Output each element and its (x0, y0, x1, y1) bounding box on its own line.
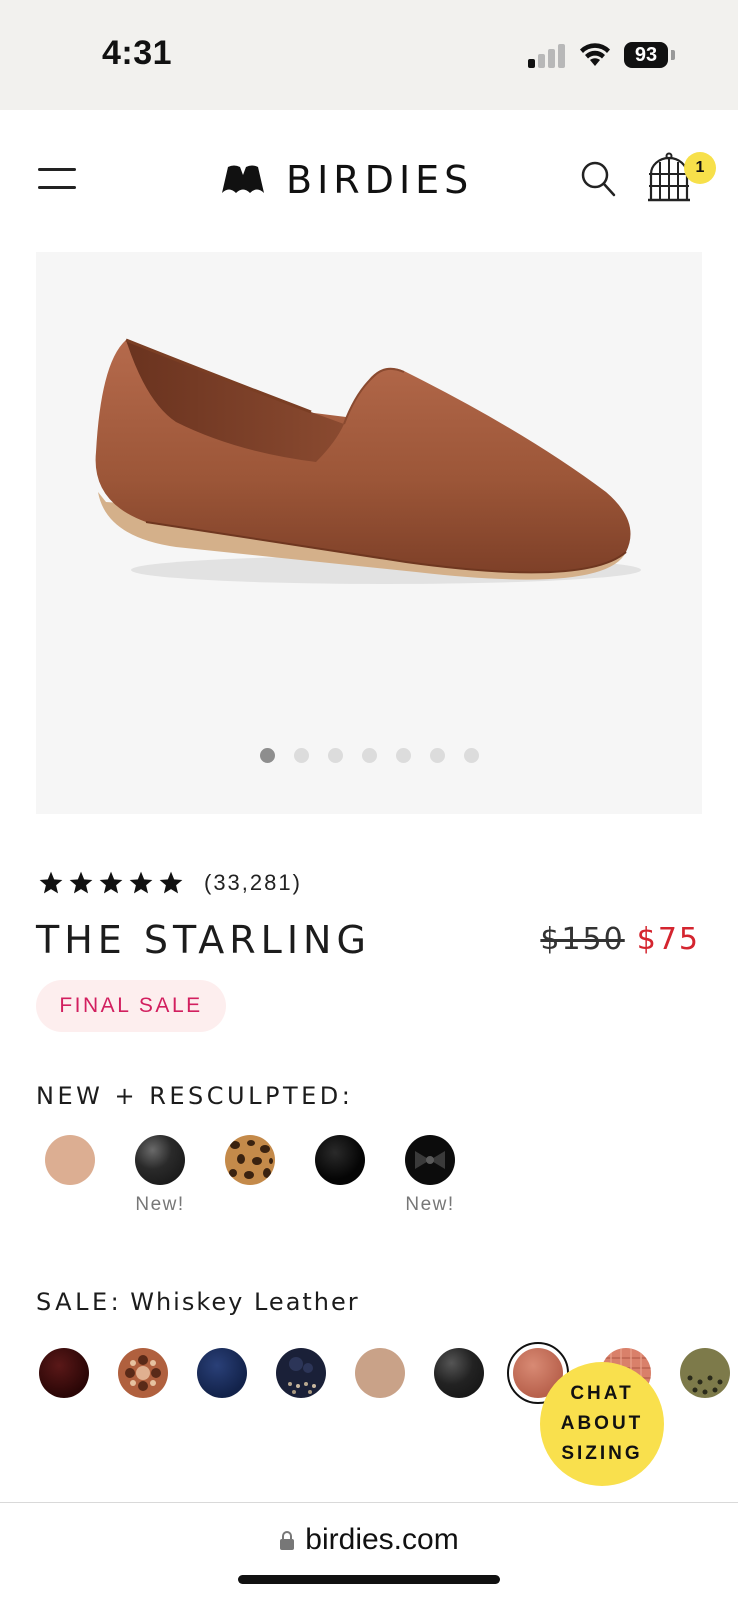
chat-about-sizing-button[interactable]: CHAT ABOUT SIZING (540, 1362, 664, 1486)
color-swatch[interactable] (197, 1348, 247, 1398)
sale-price: $75 (636, 922, 700, 957)
color-swatch[interactable] (315, 1135, 365, 1185)
chat-label-line2: ABOUT (560, 1413, 644, 1434)
selected-color-name: Whiskey Leather (130, 1288, 360, 1316)
star-icon (129, 871, 153, 894)
product-image-gallery[interactable] (36, 252, 702, 814)
product-rating[interactable]: (33,281) (38, 868, 302, 898)
star-icon (159, 871, 183, 894)
gallery-dot[interactable] (429, 748, 445, 763)
gallery-dot[interactable] (463, 748, 479, 763)
embellished-pattern (276, 1348, 326, 1398)
sale-label: SALE: (36, 1288, 123, 1316)
brand-name: BIRDIES (286, 158, 474, 202)
lock-icon (280, 1531, 295, 1550)
review-count[interactable]: (33,281) (204, 870, 302, 896)
final-sale-badge: FINAL SALE (36, 980, 226, 1032)
url-display[interactable]: birdies.com (0, 1523, 738, 1557)
color-swatch-leopard[interactable] (225, 1135, 275, 1185)
battery-icon: 93 (624, 42, 675, 68)
star-icon (99, 871, 123, 894)
brand-logo[interactable]: BIRDIES (220, 158, 474, 202)
product-price: $150 $75 (540, 922, 700, 957)
new-label: New! (135, 1194, 185, 1215)
menu-icon[interactable] (38, 168, 76, 192)
gallery-pagination (36, 748, 702, 764)
new-color-swatches: New! New! (0, 1130, 738, 1240)
star-icon (69, 871, 93, 894)
gallery-dot[interactable] (293, 748, 309, 763)
color-swatch[interactable] (39, 1348, 89, 1398)
battery-level: 93 (624, 42, 668, 68)
bow-pattern (405, 1135, 455, 1185)
leopard-pattern (225, 1135, 275, 1185)
birdies-logo-icon (222, 165, 264, 193)
browser-address-bar[interactable]: birdies.com (0, 1502, 738, 1600)
gallery-dot[interactable] (395, 748, 411, 763)
status-bar: 4:31 93 (0, 0, 738, 110)
product-title: THE STARLING (36, 918, 371, 962)
dotted-pattern (680, 1348, 730, 1398)
floral-pattern (118, 1348, 168, 1398)
cellular-signal-icon (528, 44, 568, 68)
color-swatch-floral[interactable] (118, 1348, 168, 1398)
gallery-dot[interactable] (361, 748, 377, 763)
gallery-dot[interactable] (327, 748, 343, 763)
color-swatch[interactable] (135, 1135, 185, 1185)
status-time: 4:31 (102, 34, 173, 72)
wifi-icon (580, 43, 610, 66)
color-swatch-dotted[interactable] (680, 1348, 730, 1398)
color-swatch[interactable] (45, 1135, 95, 1185)
original-price: $150 (540, 922, 625, 957)
gallery-dot[interactable] (259, 748, 275, 763)
color-swatch-bow[interactable] (405, 1135, 455, 1185)
new-label: New! (405, 1194, 455, 1215)
home-indicator (238, 1575, 500, 1584)
cart-count-badge: 1 (684, 152, 716, 184)
star-rating (38, 870, 184, 896)
chat-label-line1: CHAT (570, 1383, 634, 1404)
star-icon (39, 871, 63, 894)
search-icon[interactable] (580, 160, 616, 198)
sale-heading: SALE: Whiskey Leather (36, 1288, 360, 1316)
product-image (95, 338, 641, 584)
url-text: birdies.com (305, 1523, 459, 1556)
color-swatch-embellished[interactable] (276, 1348, 326, 1398)
site-header: BIRDIES 1 (0, 110, 738, 246)
color-swatch[interactable] (434, 1348, 484, 1398)
new-resculpted-heading: NEW + RESCULPTED: (36, 1082, 354, 1110)
color-swatch[interactable] (355, 1348, 405, 1398)
chat-label-line3: SIZING (561, 1443, 643, 1464)
